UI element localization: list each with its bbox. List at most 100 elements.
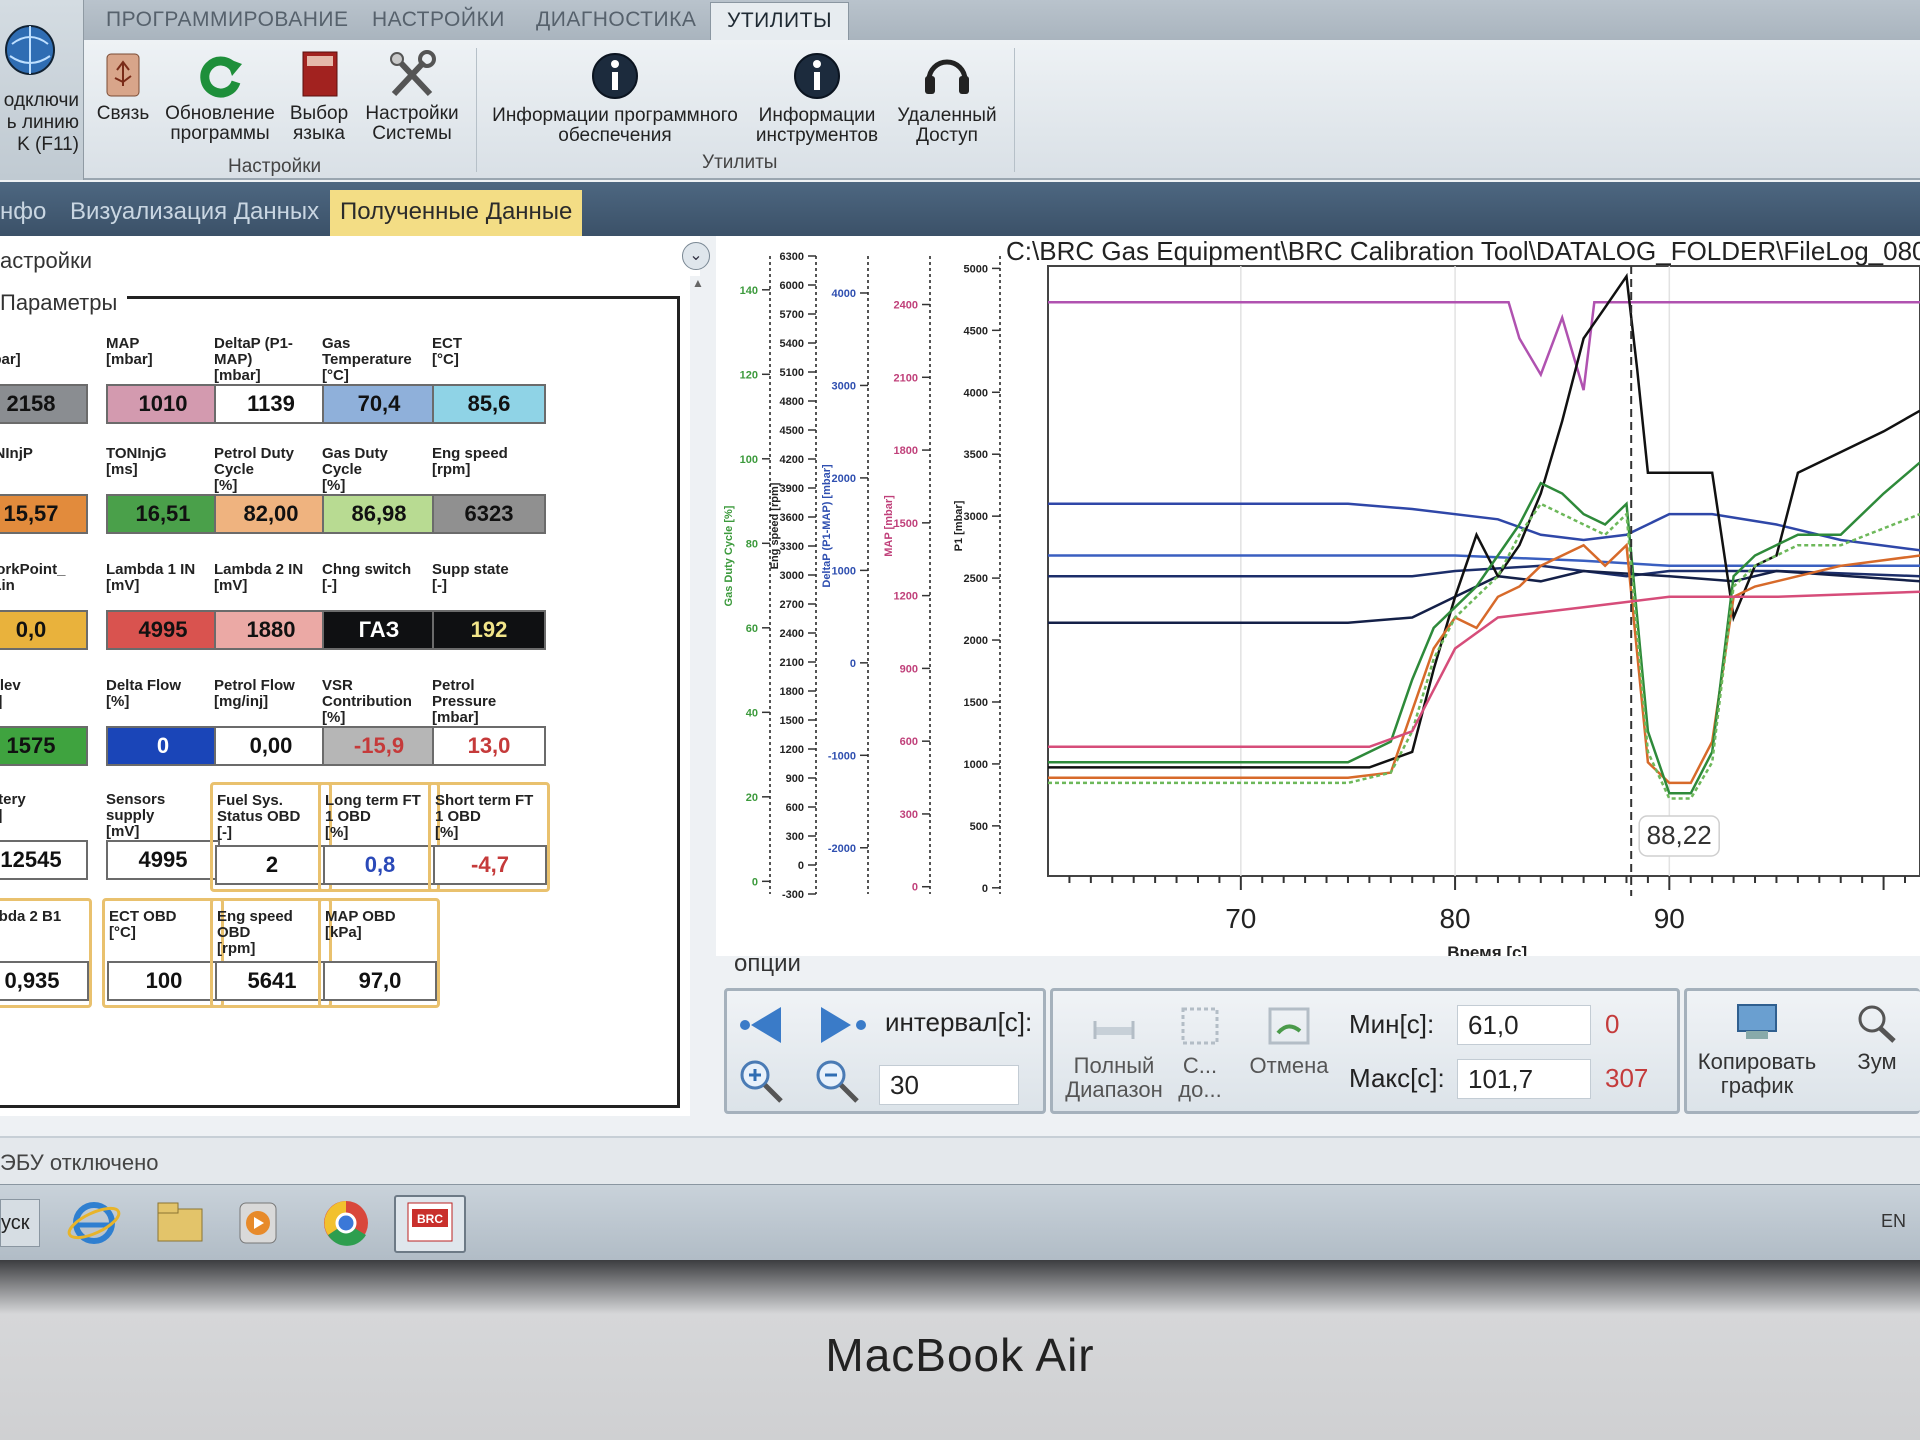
parameter-label: Fuel Sys. Status OBD [-]: [217, 792, 301, 841]
y-tick-label: 140: [740, 285, 758, 297]
tools-info-button[interactable]: Информации инструментов: [752, 50, 882, 146]
parameter-cell: Gas Temperature [°C] 70,4: [322, 326, 436, 428]
min-input[interactable]: 61,0: [1457, 1005, 1591, 1045]
y-tick-label: 4500: [964, 325, 988, 337]
parameter-value: 0,8: [323, 845, 437, 885]
copy-chart-label: Копировать график: [1697, 1049, 1817, 1098]
tab-data-visualization[interactable]: Визуализация Данных: [70, 198, 319, 226]
parameter-label: Lambda 2 IN [mV]: [214, 561, 304, 594]
y-tick-label: 40: [746, 707, 758, 719]
parameter-label: Battery mV]: [0, 791, 26, 824]
language-button[interactable]: Выбор языка: [286, 50, 352, 144]
zoom-in-icon[interactable]: [735, 1055, 791, 1105]
tab-utilities[interactable]: УТИЛИТЫ: [710, 2, 850, 40]
tools-info-label: Информации инструментов: [755, 105, 879, 146]
parameter-cell: Eng speed [rpm] 6323: [432, 436, 546, 538]
vertical-scrollbar[interactable]: ▲: [690, 276, 706, 1116]
max-input[interactable]: 101,7: [1457, 1059, 1591, 1099]
magnifier-icon: [1858, 1005, 1896, 1043]
parameter-value: -15,9: [322, 726, 436, 766]
taskbar-ie[interactable]: [58, 1195, 130, 1253]
brc-logo-icon: BRC: [407, 1202, 453, 1242]
y-tick-label: 6300: [780, 251, 804, 263]
parameter-cell: Lambda 2 IN [mV] 1880: [214, 552, 328, 654]
from-to-button[interactable]: С... до...: [1175, 1003, 1225, 1102]
tab-settings[interactable]: НАСТРОЙКИ: [372, 8, 505, 32]
parameter-label: Short term FT 1 OBD [%]: [435, 792, 534, 841]
x-axis-label: Время [с]: [1447, 943, 1527, 956]
parameter-value: 192: [432, 610, 546, 650]
copy-chart-button[interactable]: Копировать график: [1687, 1001, 1827, 1098]
parameter-value: -4,7: [433, 845, 547, 885]
view-tab-bar: нфо Визуализация Данных Полученные Данны…: [0, 182, 1920, 236]
y-tick-label: 1500: [964, 697, 988, 709]
parameter-label: ECT OBD [°C]: [109, 908, 177, 941]
x-tick-label: 70: [1225, 903, 1256, 934]
connection-label: Связь: [96, 103, 150, 124]
taskbar-chrome[interactable]: [310, 1195, 382, 1253]
scroll-left-icon[interactable]: [737, 1003, 793, 1047]
y-tick-label: 60: [746, 623, 758, 635]
x-tick-label: 90: [1654, 903, 1685, 934]
parameter-cell: P1 [mbar] 2158: [0, 326, 88, 428]
taskbar-media-player[interactable]: [222, 1195, 294, 1253]
y-tick-label: 2400: [894, 300, 918, 312]
parameter-label: Lambda 1 IN [mV]: [106, 561, 196, 594]
connection-button[interactable]: Связь: [94, 50, 152, 124]
tab-diagnostics[interactable]: ДИАГНОСТИКА: [536, 8, 696, 32]
start-button[interactable]: уск: [0, 1199, 40, 1247]
y-tick-label: 3000: [964, 511, 988, 523]
ribbon-separator: [476, 48, 477, 172]
connect-button[interactable]: одключи ь линию K (F11): [0, 0, 84, 180]
parameter-cell: MAP [mbar] 1010: [106, 326, 220, 428]
taskbar-brc-tool[interactable]: BRC: [394, 1195, 466, 1253]
collapse-button[interactable]: ⌄: [682, 242, 710, 270]
parameter-value: 1010: [106, 384, 220, 424]
tab-info[interactable]: нфо: [0, 198, 46, 226]
remote-access-button[interactable]: Удаленный Доступ: [890, 46, 1004, 146]
parameter-label: MAP [mbar]: [106, 335, 153, 368]
y-tick-label: 4800: [780, 396, 804, 408]
parameter-cell: DeltaP (P1- MAP) [mbar] 1139: [214, 326, 328, 428]
interval-input[interactable]: 30: [879, 1065, 1019, 1105]
max-label: Макс[с]:: [1349, 1063, 1445, 1093]
tab-programming[interactable]: ПРОГРАММИРОВАНИЕ: [106, 8, 349, 32]
y-tick-label: 4500: [780, 425, 804, 437]
svg-text:BRC: BRC: [417, 1212, 443, 1226]
parameter-label: VSR Contribution [%]: [322, 677, 412, 726]
parameter-label: TONInjG [ms]: [106, 445, 167, 478]
taskbar-explorer[interactable]: [144, 1195, 216, 1253]
y-tick-label: 1200: [894, 591, 918, 603]
x-tick-label: 80: [1439, 903, 1470, 934]
zoom-button[interactable]: Зум: [1837, 1001, 1917, 1074]
undo-button[interactable]: Отмена: [1239, 1003, 1339, 1078]
min-index: 0: [1605, 1009, 1620, 1039]
y-tick-label: 80: [746, 538, 758, 550]
language-indicator[interactable]: EN: [1881, 1211, 1906, 1232]
scroll-right-icon[interactable]: [817, 1003, 873, 1047]
folder-icon: [157, 1202, 203, 1242]
software-info-button[interactable]: Информации программного обеспечения: [486, 50, 744, 146]
interval-label: интервал[с]:: [885, 1007, 1033, 1037]
y-axis-title: Eng speed [rpm]: [769, 482, 781, 569]
chart[interactable]: 70 80 90 Время [с] 0 20 40 60 80 100 120 140 Gas Dut…: [716, 236, 1920, 956]
parameter-value: 16,51: [106, 494, 220, 534]
zoom-out-icon[interactable]: [811, 1055, 867, 1105]
scroll-up-icon[interactable]: ▲: [692, 276, 704, 290]
full-range-icon: [1093, 1021, 1135, 1039]
y-tick-label: 0: [752, 876, 758, 888]
y-tick-label: 2400: [780, 628, 804, 640]
min-label: Мин[с]:: [1349, 1009, 1435, 1039]
parameter-value: 1880: [214, 610, 328, 650]
info-icon: [592, 53, 638, 99]
system-settings-button[interactable]: Настройки Системы: [358, 50, 466, 144]
update-software-button[interactable]: Обновление программы: [160, 50, 280, 144]
parameter-label: Eng speed OBD [rpm]: [217, 908, 293, 957]
y-tick-label: 300: [786, 831, 804, 843]
y-tick-label: 900: [786, 773, 804, 785]
full-range-button[interactable]: Полный Диапазон: [1059, 1003, 1169, 1102]
y-tick-label: 2500: [964, 573, 988, 585]
chrome-icon: [324, 1201, 368, 1246]
parameter-label: Sensors supply [mV]: [106, 791, 166, 840]
tab-received-data[interactable]: Полученные Данные: [330, 190, 583, 236]
